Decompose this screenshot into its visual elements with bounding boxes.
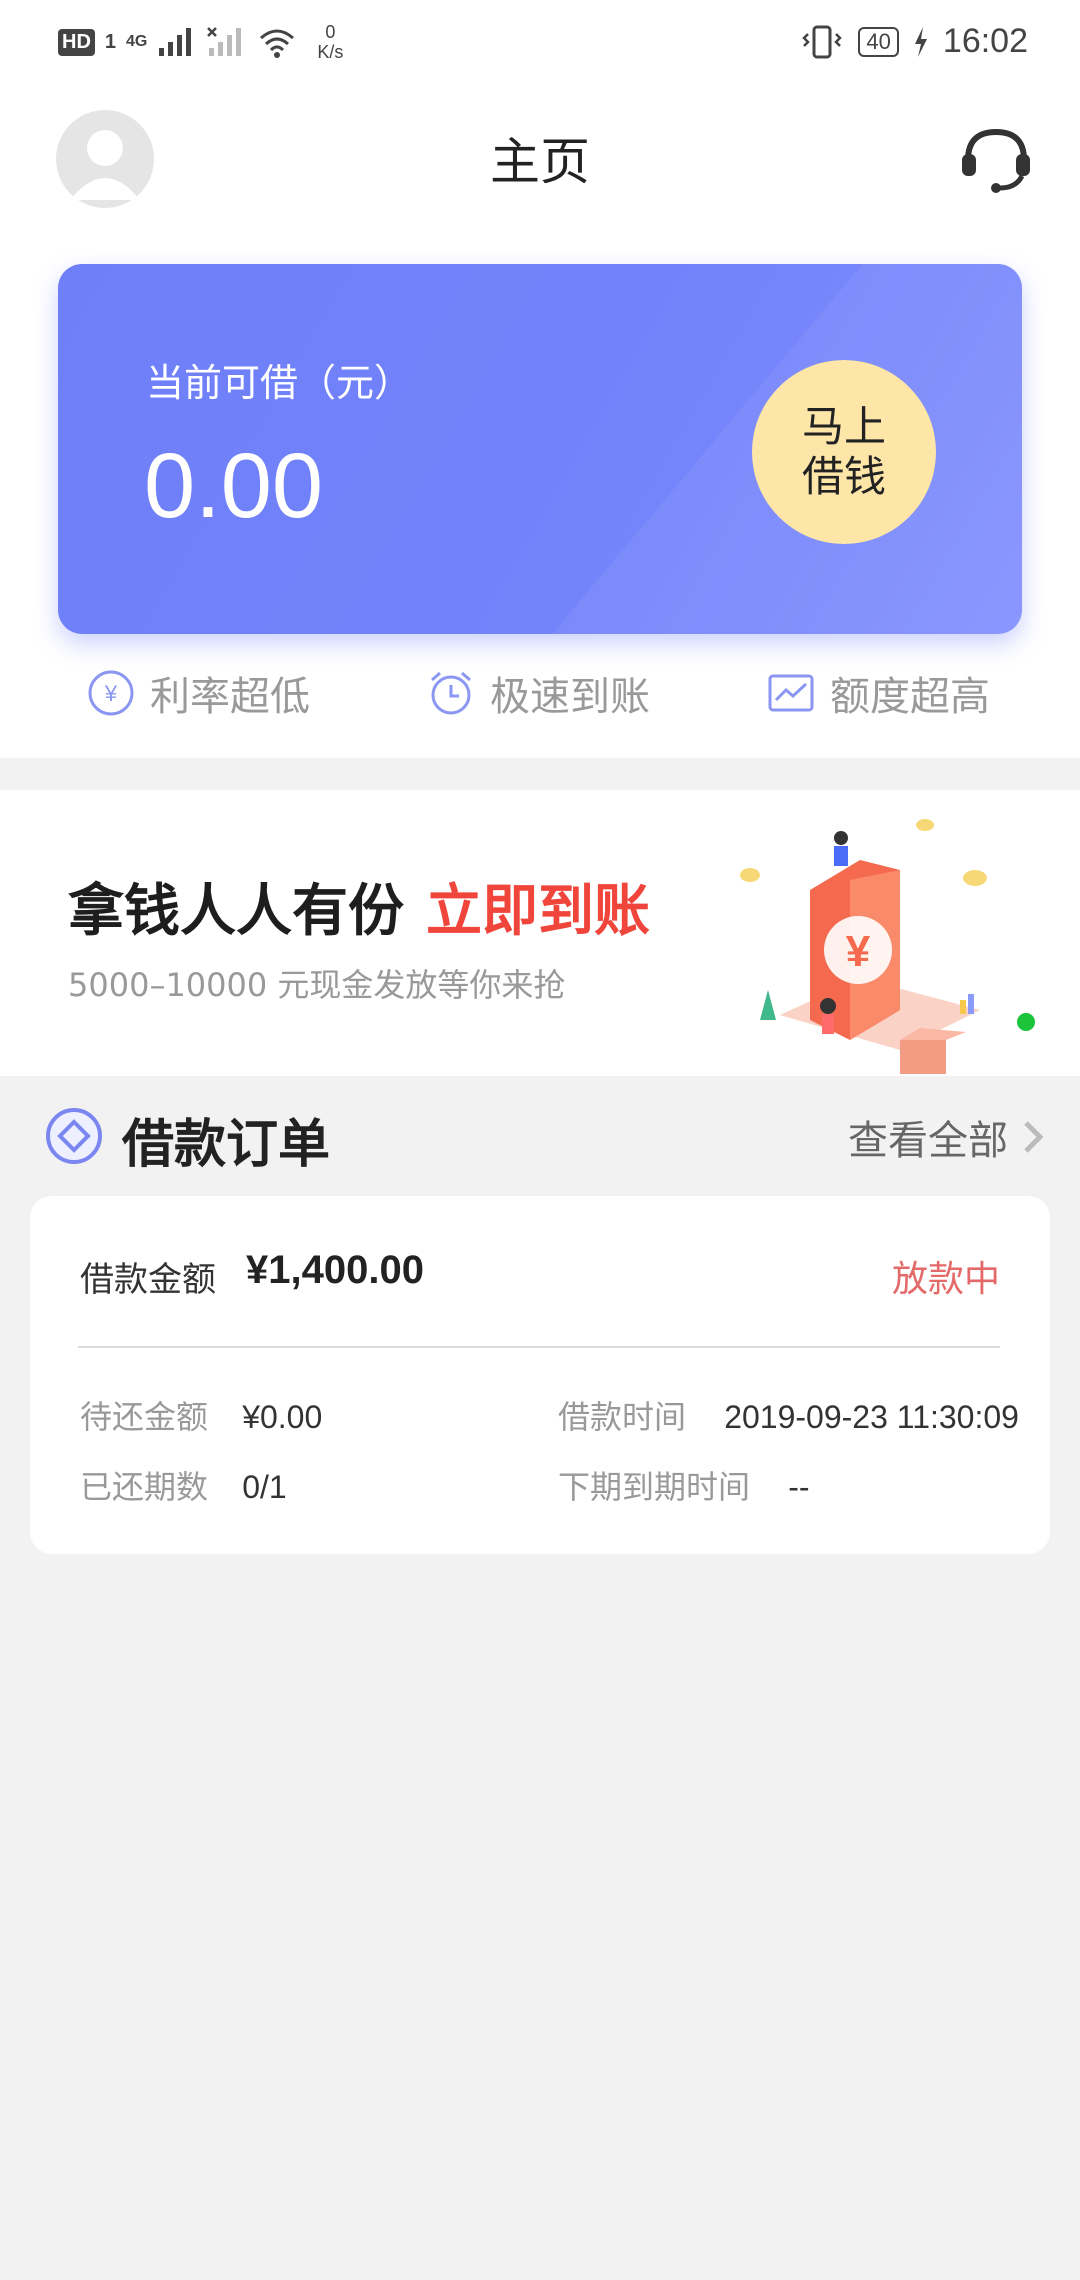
borrow-now-button[interactable]: 马上借钱 <box>752 360 936 544</box>
due-amount-row: 待还金额 ¥0.00 <box>80 1392 322 1438</box>
clock: 16:02 <box>942 22 1028 60</box>
net-speed-value: 0 <box>325 22 336 42</box>
loan-time-value: 2019-09-23 11:30:09 <box>724 1399 1019 1435</box>
order-status-badge: 放款中 <box>891 1259 1000 1300</box>
card-shine <box>459 264 1022 634</box>
next-due-label: 下期到期时间 <box>558 1468 751 1506</box>
svg-text:¥: ¥ <box>846 927 871 976</box>
page-title: 主页 <box>490 133 590 191</box>
feature-label: 极速到账 <box>490 674 650 720</box>
next-due-value: -- <box>788 1469 810 1505</box>
banner-subtitle: 5000–10000 元现金发放等你来抢 <box>68 966 566 1004</box>
order-card[interactable]: 借款金额 ¥1,400.00 放款中 待还金额 ¥0.00 借款时间 2019-… <box>30 1196 1050 1554</box>
loan-time-label: 借款时间 <box>558 1398 687 1436</box>
feature-low-rate: ¥ 利率超低 <box>86 664 310 722</box>
customer-service-icon[interactable] <box>956 124 1036 194</box>
money-illustration-icon: ¥ <box>740 819 987 1074</box>
available-label: 当前可借（元） <box>146 361 413 405</box>
chart-icon <box>768 674 814 712</box>
charging-icon <box>914 26 927 57</box>
signal-icon <box>159 28 192 56</box>
sim-indicator: 1 <box>104 30 117 53</box>
net-speed-unit: K/s <box>317 42 344 62</box>
signal-no-service-icon <box>207 27 242 56</box>
section-title: 借款订单 <box>122 1115 331 1175</box>
next-due-row: 下期到期时间 -- <box>558 1462 810 1508</box>
repaid-periods-value: 0/1 <box>242 1469 287 1505</box>
banner-indicator-dot <box>1017 1013 1035 1031</box>
battery-level: 40 <box>858 26 899 57</box>
order-amount-label: 借款金额 <box>80 1260 216 1300</box>
due-amount-value: ¥0.00 <box>242 1399 323 1435</box>
order-divider <box>78 1346 1000 1348</box>
hd-badge: HD <box>58 28 95 56</box>
orders-section-header: 借款订单 查看全部 <box>0 1090 1080 1180</box>
promo-banner[interactable]: 拿钱人人有份 立即到账 5000–10000 元现金发放等你来抢 ¥ <box>0 790 1080 1076</box>
vibrate-icon <box>802 25 843 58</box>
status-bar: HD 1 4G 0 K/s 40 16:02 <box>0 0 1080 92</box>
feature-high-limit: 额度超高 <box>766 664 990 722</box>
alarm-clock-icon <box>431 671 471 715</box>
due-amount-label: 待还金额 <box>80 1398 209 1436</box>
feature-label: 利率超低 <box>150 674 310 720</box>
banner-title-red: 立即到账 <box>426 879 650 944</box>
chevron-right-icon <box>1024 1121 1044 1153</box>
banner-title: 拿钱人人有份 立即到账 <box>68 866 650 947</box>
view-all-link[interactable]: 查看全部 <box>848 1108 1044 1166</box>
repaid-periods-label: 已还期数 <box>80 1468 209 1506</box>
wifi-icon <box>260 29 295 58</box>
yuan-circle-icon: ¥ <box>88 670 134 716</box>
diamond-target-icon <box>46 1108 102 1164</box>
status-right: 40 16:02 <box>800 22 1028 61</box>
app-header: 主页 <box>0 100 1080 220</box>
feature-fast-arrival: 极速到账 <box>426 664 650 722</box>
feature-label: 额度超高 <box>830 674 990 720</box>
features-row: ¥ 利率超低 极速到账 额度超高 <box>0 664 1080 740</box>
banner-title-black: 拿钱人人有份 <box>68 879 404 944</box>
status-left: HD 1 4G 0 K/s <box>58 22 343 62</box>
repaid-periods-row: 已还期数 0/1 <box>80 1462 287 1508</box>
view-all-label: 查看全部 <box>848 1118 1008 1164</box>
available-amount: 0.00 <box>144 435 324 537</box>
net-speed: 0 K/s <box>317 22 343 62</box>
network-type: 4G <box>126 33 148 50</box>
svg-text:¥: ¥ <box>104 681 118 706</box>
loan-time-row: 借款时间 2019-09-23 11:30:09 <box>558 1392 1019 1438</box>
order-amount-value: ¥1,400.00 <box>246 1248 424 1292</box>
loan-card: 当前可借（元） 0.00 马上借钱 <box>58 264 1022 634</box>
